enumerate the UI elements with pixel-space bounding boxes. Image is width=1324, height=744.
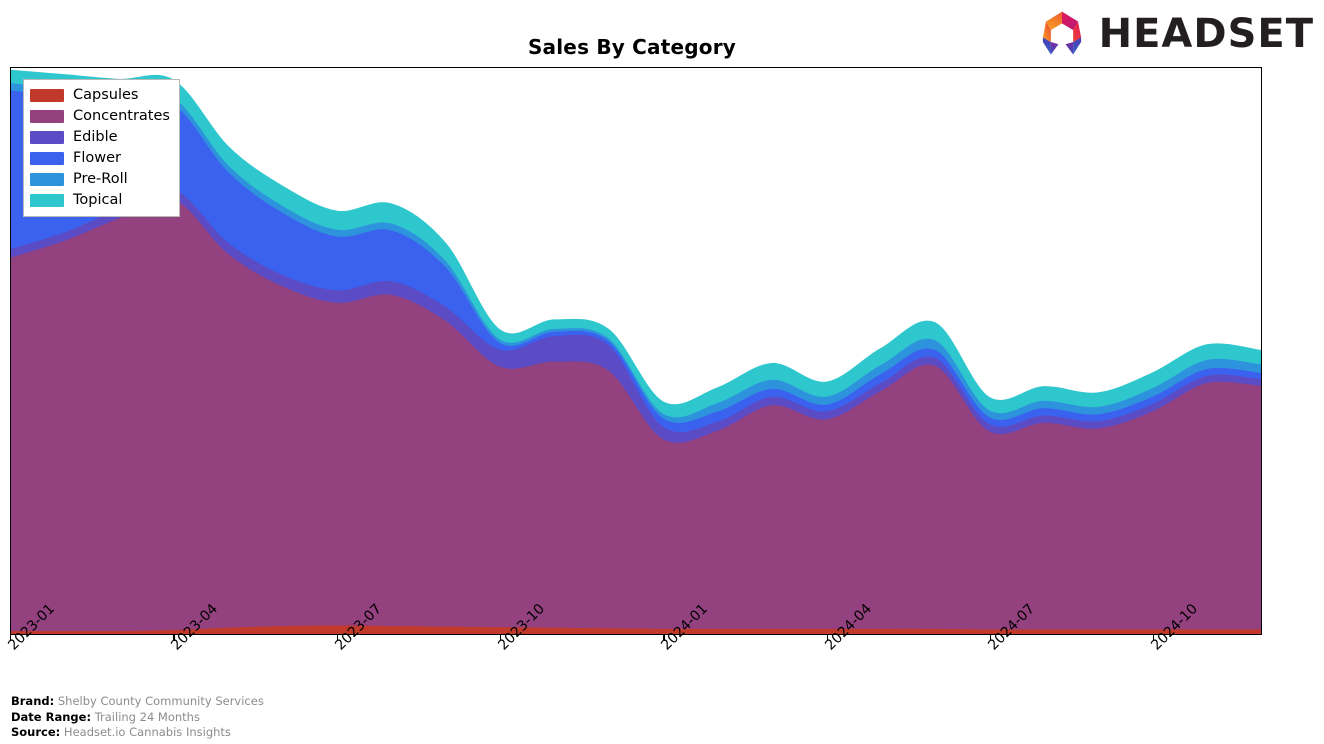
footer-key: Date Range: <box>11 709 92 724</box>
legend-label: Topical <box>73 192 123 208</box>
x-axis: 2023-01 2023-04 2023-07 2023-10 2024-01 2024-… <box>5 601 1262 695</box>
legend-swatch-topical <box>30 194 64 207</box>
legend-swatch-capsules <box>30 89 64 102</box>
footer-key: Brand: <box>11 694 55 708</box>
footer-value: Trailing 24 Months <box>91 709 200 724</box>
legend-item[interactable]: Capsules <box>30 85 170 106</box>
legend-swatch-edible <box>30 131 64 144</box>
legend-item[interactable]: Concentrates <box>30 106 170 127</box>
legend-swatch-concentrates <box>30 110 64 123</box>
legend-label: Edible <box>73 129 118 145</box>
headset-logo: HEADSET <box>1035 10 1314 58</box>
legend-item[interactable]: Flower <box>30 148 170 169</box>
legend-item[interactable]: Pre-Roll <box>30 169 170 190</box>
legend-label: Concentrates <box>73 108 170 124</box>
chart-page: Sales By Category HEADSET Capsules Conce… <box>0 0 1324 744</box>
legend-item[interactable]: Edible <box>30 127 170 148</box>
stacked-area-chart <box>11 69 1261 634</box>
chart-legend: Capsules Concentrates Edible Flower Pre-Roll… <box>23 79 180 217</box>
chart-footer: Brand: Shelby County Community Services D… <box>11 694 264 741</box>
legend-label: Flower <box>73 150 121 166</box>
legend-item[interactable]: Topical <box>30 190 170 211</box>
footer-value: Shelby County Community Services <box>54 694 264 708</box>
footer-row: Date Range: Trailing 24 Months <box>11 710 264 726</box>
legend-label: Pre-Roll <box>73 171 128 187</box>
footer-row: Source: Headset.io Cannabis Insights <box>11 725 264 741</box>
legend-swatch-pre-roll <box>30 173 64 186</box>
headset-wordmark: HEADSET <box>1098 11 1314 57</box>
legend-label: Capsules <box>73 87 139 103</box>
legend-swatch-flower <box>30 152 64 165</box>
footer-row: Brand: Shelby County Community Services <box>11 694 264 710</box>
footer-key: Source: <box>11 725 61 739</box>
plot-area: Capsules Concentrates Edible Flower Pre-Roll… <box>10 67 1262 635</box>
footer-value: Headset.io Cannabis Insights <box>60 725 231 739</box>
headset-hexagon-logo-icon <box>1042 11 1081 55</box>
